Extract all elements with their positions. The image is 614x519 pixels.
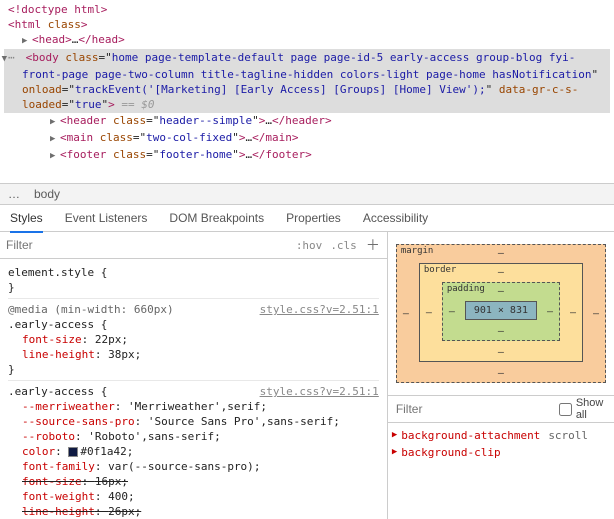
cls-toggle[interactable]: .cls	[330, 239, 357, 252]
styles-body[interactable]: element.style { } style.css?v=2.51:1 @me…	[0, 259, 387, 519]
styles-filter-row: :hov .cls ＋	[0, 232, 387, 259]
dom-tree[interactable]: <!doctype html> <html class> ▶<head>…</h…	[0, 0, 614, 183]
caret-right-icon: ▶	[392, 444, 397, 461]
new-style-rule-button[interactable]: ＋	[365, 237, 381, 253]
caret-right-icon: ▶	[392, 427, 397, 444]
color-swatch-icon[interactable]	[68, 447, 78, 457]
computed-filter-input[interactable]	[396, 402, 551, 416]
panel-tabs: Styles Event Listeners DOM Breakpoints P…	[0, 205, 614, 232]
computed-filter-row: Show all	[388, 396, 614, 423]
expand-arrow-icon[interactable]: ▶	[50, 149, 60, 164]
computed-list[interactable]: ▶background-attachment scroll ▶backgroun…	[388, 423, 614, 465]
gutter-dots-icon: ⋯	[8, 51, 14, 64]
html-open[interactable]: <html class>	[4, 17, 610, 32]
expand-arrow-down-icon[interactable]: ▼	[16, 52, 26, 67]
tab-dom-breakpoints[interactable]: DOM Breakpoints	[169, 205, 264, 231]
tab-accessibility[interactable]: Accessibility	[363, 205, 428, 231]
box-model-content: 901 × 831	[465, 301, 537, 320]
tab-styles[interactable]: Styles	[10, 205, 43, 233]
styles-filter-input[interactable]	[6, 238, 288, 252]
breadcrumb[interactable]: … body	[0, 183, 614, 205]
rule-source-link[interactable]: style.css?v=2.51:1	[260, 302, 379, 317]
tab-properties[interactable]: Properties	[286, 205, 341, 231]
rule-early-access[interactable]: style.css?v=2.51:1 .early-access { --mer…	[8, 381, 379, 519]
computed-prop[interactable]: ▶background-attachment scroll	[392, 427, 610, 444]
body-selected-line[interactable]: ⋯▼<body class="home page-template-defaul…	[4, 49, 610, 113]
show-all-checkbox[interactable]: Show all	[559, 397, 606, 421]
computed-panel: margin – – – – border – – – – padding – …	[388, 232, 614, 519]
expand-arrow-icon[interactable]: ▶	[22, 34, 32, 49]
rule-media-early-access[interactable]: style.css?v=2.51:1 @media (min-width: 66…	[8, 299, 379, 381]
header-line[interactable]: ▶<header class="header--simple">…</heade…	[4, 113, 610, 130]
doctype-line: <!doctype html>	[4, 2, 610, 17]
tab-event-listeners[interactable]: Event Listeners	[65, 205, 148, 231]
breadcrumb-body[interactable]: body	[34, 187, 60, 201]
computed-prop[interactable]: ▶background-clip	[392, 444, 610, 461]
expand-arrow-icon[interactable]: ▶	[50, 132, 60, 147]
hov-toggle[interactable]: :hov	[296, 239, 323, 252]
footer-line[interactable]: ▶<footer class="footer-home">…</footer>	[4, 147, 610, 164]
rule-source-link[interactable]: style.css?v=2.51:1	[260, 384, 379, 399]
styles-panel: :hov .cls ＋ element.style { } style.css?…	[0, 232, 388, 519]
box-model[interactable]: margin – – – – border – – – – padding – …	[388, 232, 614, 396]
head-line[interactable]: ▶<head>…</head>	[4, 32, 610, 49]
rule-element-style[interactable]: element.style { }	[8, 262, 379, 299]
expand-arrow-icon[interactable]: ▶	[50, 115, 60, 130]
breadcrumb-ellipsis[interactable]: …	[8, 187, 20, 201]
main-line[interactable]: ▶<main class="two-col-fixed">…</main>	[4, 130, 610, 147]
